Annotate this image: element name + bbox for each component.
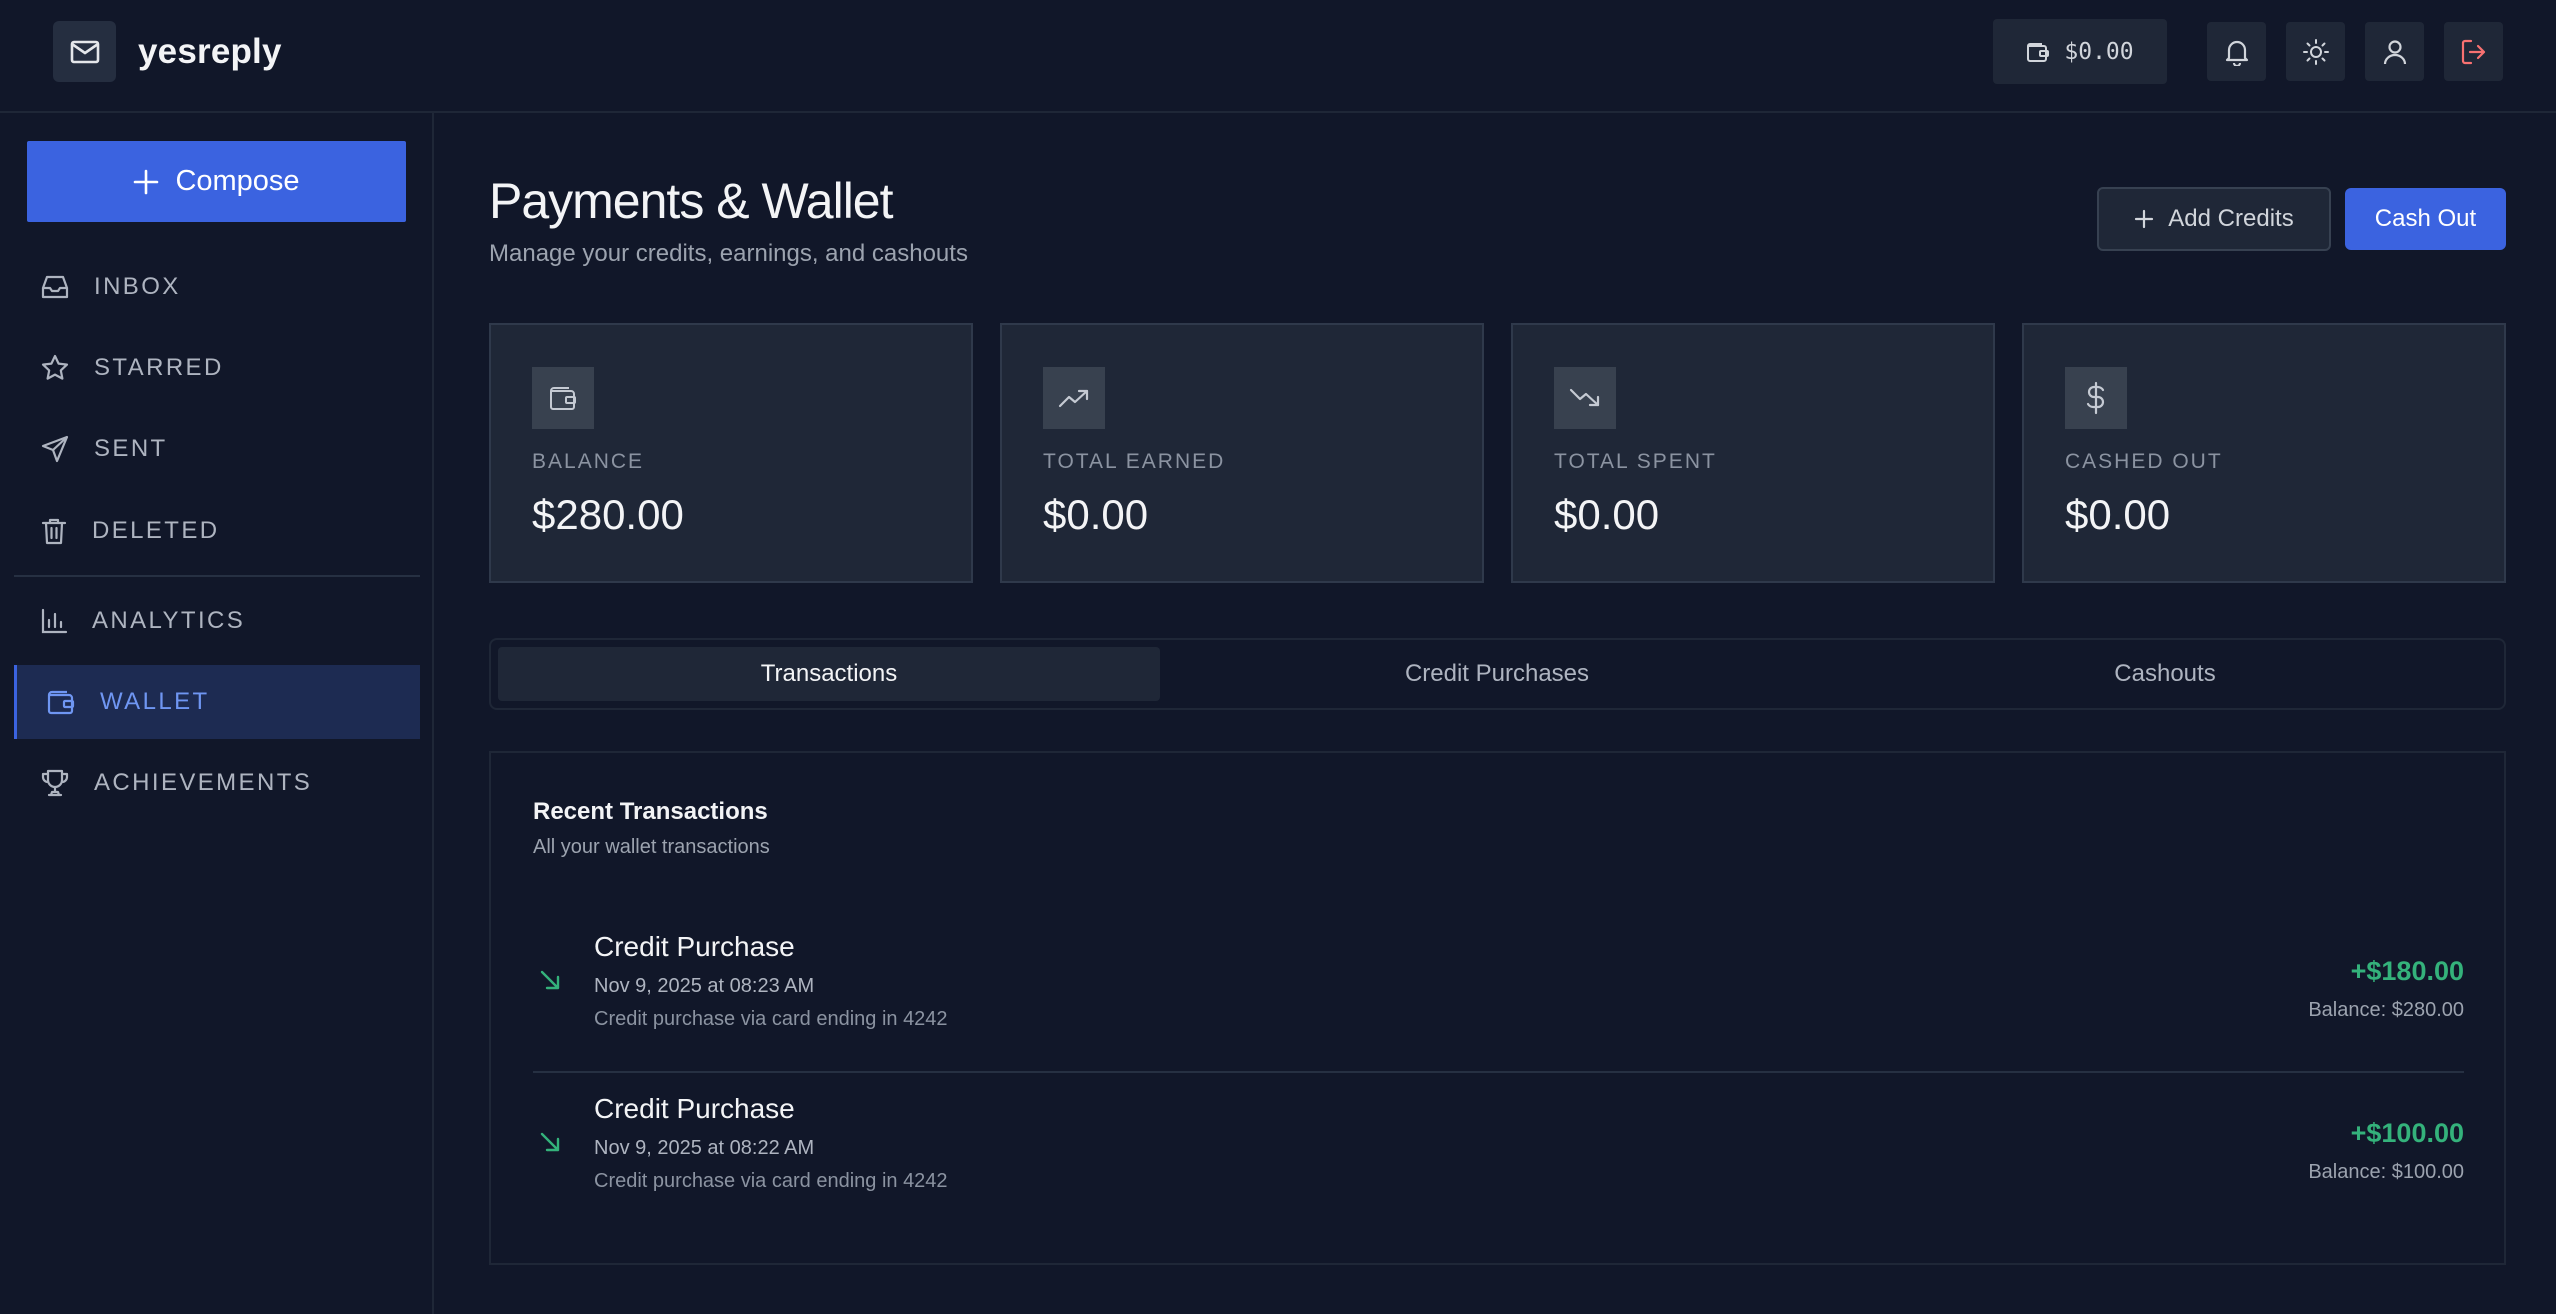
sidebar-item-label: ANALYTICS [92,607,246,634]
transaction-title: Credit Purchase [594,931,795,962]
panel-subtitle: All your wallet transactions [533,836,770,858]
sidebar-item-deleted[interactable]: DELETED [14,494,420,568]
cash-out-button[interactable]: Cash Out [2345,188,2506,250]
arrow-down-right-icon [539,1131,561,1153]
top-bar: yesreply $0.00 [0,0,2556,113]
arrow-down-right-icon [539,969,561,991]
transaction-balance: Balance: $280.00 [2308,999,2464,1021]
trash-icon [40,516,68,546]
trending-up-icon [1043,367,1105,429]
bell-icon [2224,38,2250,66]
transaction-title: Credit Purchase [594,1093,795,1124]
stat-card-total-earned: TOTAL EARNED $0.00 [1000,323,1484,583]
notifications-button[interactable] [2207,22,2266,81]
sidebar-item-starred[interactable]: STARRED [14,331,420,405]
sidebar-item-label: SENT [94,435,168,462]
sidebar-item-achievements[interactable]: ACHIEVEMENTS [14,746,420,820]
stat-value: $280.00 [532,491,684,538]
stat-label: CASHED OUT [2065,450,2223,473]
compose-button[interactable]: Compose [27,141,406,222]
add-credits-label: Add Credits [2168,205,2294,232]
sun-icon [2302,38,2330,66]
transaction-amount: +$180.00 [2350,956,2464,986]
wallet-icon [532,367,594,429]
transaction-row[interactable]: Credit Purchase Nov 9, 2025 at 08:23 AM … [533,911,2464,1073]
trending-down-icon [1554,367,1616,429]
sidebar-item-analytics[interactable]: ANALYTICS [14,584,420,658]
plus-icon [133,169,159,195]
brand[interactable]: yesreply [53,21,282,82]
stat-value: $0.00 [2065,491,2171,538]
cash-out-label: Cash Out [2374,205,2477,232]
tab-cashouts[interactable]: Cashouts [1834,647,2496,701]
page-title: Payments & Wallet [489,173,894,229]
sidebar: Compose INBOX STARRED SENT DELETED ANALY… [0,113,434,1314]
wallet-icon [46,688,76,716]
sidebar-item-label: DELETED [92,517,220,544]
tab-transactions[interactable]: Transactions [498,647,1160,701]
sidebar-divider [14,575,420,577]
mail-icon [53,21,116,82]
stat-card-balance: BALANCE $280.00 [489,323,973,583]
transaction-description: Credit purchase via card ending in 4242 [594,1008,948,1030]
sidebar-item-label: INBOX [94,273,181,300]
bar-chart-icon [40,607,68,635]
page-subtitle: Manage your credits, earnings, and casho… [489,240,968,267]
star-icon [40,353,70,383]
panel-title: Recent Transactions [533,798,768,825]
stat-label: TOTAL SPENT [1554,450,1717,473]
sidebar-item-label: ACHIEVEMENTS [94,769,313,796]
profile-button[interactable] [2365,22,2424,81]
sidebar-item-label: WALLET [100,688,210,715]
sidebar-item-label: STARRED [94,354,224,381]
stat-value: $0.00 [1043,491,1149,538]
logout-button[interactable] [2444,22,2503,81]
trophy-icon [40,768,70,798]
send-icon [40,434,70,464]
transaction-amount: +$100.00 [2350,1118,2464,1148]
add-credits-button[interactable]: Add Credits [2097,187,2331,251]
plus-icon [2134,209,2154,229]
transaction-description: Credit purchase via card ending in 4242 [594,1170,948,1192]
stat-card-total-spent: TOTAL SPENT $0.00 [1511,323,1995,583]
sidebar-item-inbox[interactable]: INBOX [14,250,420,324]
logout-icon [2460,38,2488,66]
stat-label: BALANCE [532,450,645,473]
sidebar-item-wallet[interactable]: WALLET [14,665,420,739]
user-icon [2383,38,2407,66]
transaction-row[interactable]: Credit Purchase Nov 9, 2025 at 08:22 AM … [533,1073,2464,1235]
theme-toggle-button[interactable] [2286,22,2345,81]
transaction-date: Nov 9, 2025 at 08:23 AM [594,975,815,997]
wallet-balance-button[interactable]: $0.00 [1993,19,2167,84]
tab-credit-purchases[interactable]: Credit Purchases [1166,647,1828,701]
app-name: yesreply [138,31,282,71]
wallet-balance-text: $0.00 [2064,38,2134,65]
stat-value: $0.00 [1554,491,1660,538]
wallet-tabs: Transactions Credit Purchases Cashouts [489,638,2506,710]
top-actions: $0.00 [1993,19,2503,84]
compose-label: Compose [175,165,300,197]
stat-card-cashed-out: CASHED OUT $0.00 [2022,323,2506,583]
wallet-icon [2026,41,2050,63]
transaction-balance: Balance: $100.00 [2308,1161,2464,1183]
dollar-icon [2065,367,2127,429]
stat-label: TOTAL EARNED [1043,450,1226,473]
sidebar-item-sent[interactable]: SENT [14,412,420,486]
transaction-date: Nov 9, 2025 at 08:22 AM [594,1137,815,1159]
inbox-icon [40,273,70,301]
transactions-panel: Recent Transactions All your wallet tran… [489,751,2506,1265]
